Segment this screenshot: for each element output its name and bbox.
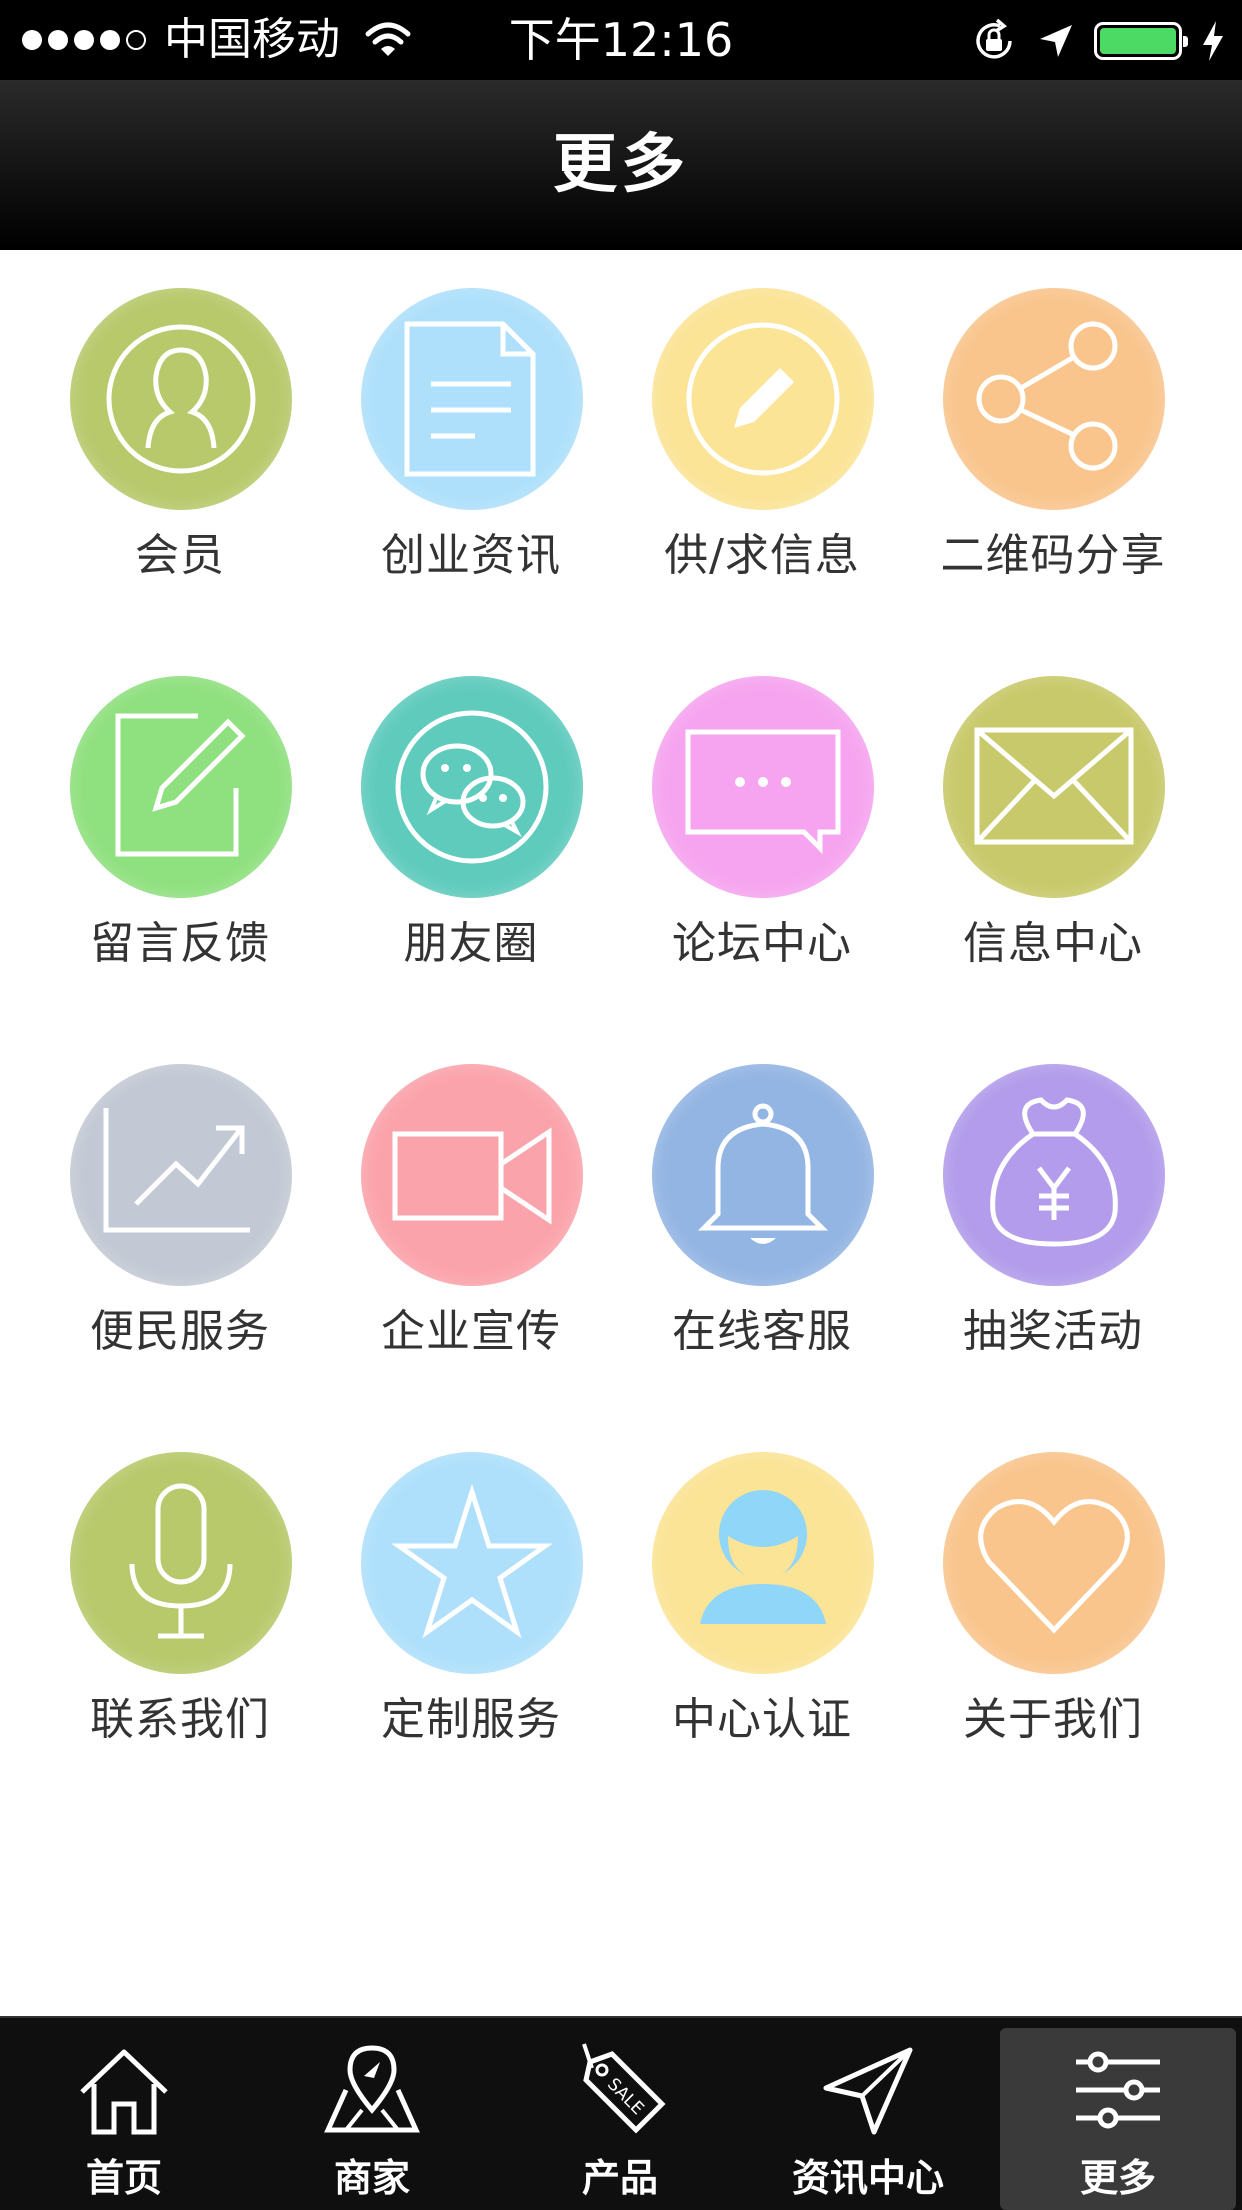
navigation-bar: 更多 — [0, 80, 1242, 250]
grid-item-label: 供/求信息 — [664, 530, 860, 581]
grid-item-circle — [361, 1452, 583, 1674]
grid-item-moments[interactable]: 朋友圈 — [321, 638, 621, 969]
grid-item-member[interactable]: 会员 — [30, 250, 330, 581]
star-icon — [391, 1483, 553, 1639]
grid-item-label: 留言反馈 — [90, 918, 270, 969]
grid-item-label: 论坛中心 — [672, 918, 852, 969]
grid-item-circle — [70, 288, 292, 510]
user-icon — [106, 324, 256, 474]
sale-tag-icon: SALE — [582, 2043, 666, 2134]
status-bar: 中国移动 下午12:16 — [0, 0, 1242, 80]
tab-label: 产品 — [581, 2156, 658, 2200]
grid-item-message-center[interactable]: 信息中心 — [903, 638, 1203, 969]
tab-more[interactable]: 更多 — [1000, 2028, 1236, 2210]
grid-item-online-support[interactable]: 在线客服 — [612, 1026, 912, 1357]
grid-item-qr-share[interactable]: 二维码分享 — [903, 250, 1203, 581]
grid-item-circle — [70, 1064, 292, 1286]
grid-item-about-us[interactable]: 关于我们 — [903, 1414, 1203, 1745]
grid-item-circle — [70, 676, 292, 898]
grid-item-circle — [361, 676, 583, 898]
grid-item-label: 信息中心 — [963, 918, 1143, 969]
grid-item-circle — [70, 1452, 292, 1674]
battery-icon — [1094, 22, 1188, 60]
envelope-icon — [974, 727, 1134, 845]
grid-item-label: 定制服务 — [381, 1694, 561, 1745]
money-bag-icon — [990, 1097, 1118, 1247]
sliders-icon — [1076, 2051, 1160, 2129]
person-icon — [700, 1490, 826, 1624]
bell-icon — [697, 1103, 829, 1244]
grid-item-feedback[interactable]: 留言反馈 — [30, 638, 330, 969]
grid-item-label: 二维码分享 — [940, 530, 1166, 581]
tab-bar: 首页 商家 SALE 产品 资讯中心 更多 — [0, 2016, 1242, 2210]
home-icon — [80, 2049, 168, 2135]
heart-icon — [978, 1499, 1130, 1634]
grid-item-circle — [943, 676, 1165, 898]
grid-item-custom-service[interactable]: 定制服务 — [321, 1414, 621, 1745]
grid-item-label: 企业宣传 — [381, 1306, 561, 1357]
grid-item-circle — [943, 1064, 1165, 1286]
share-icon — [976, 321, 1118, 471]
grid-item-circle — [652, 288, 874, 510]
grid-item-label: 创业资讯 — [381, 530, 561, 581]
grid-item-promotion[interactable]: 企业宣传 — [321, 1026, 621, 1357]
grid-item-label: 便民服务 — [90, 1306, 270, 1357]
tab-merchants[interactable]: 商家 — [248, 2018, 496, 2210]
grid-item-supply-demand[interactable]: 供/求信息 — [612, 250, 912, 581]
grid-item-certification[interactable]: 中心认证 — [612, 1414, 912, 1745]
charging-bolt-icon — [1203, 21, 1223, 61]
microphone-icon — [129, 1483, 233, 1639]
grid-item-label: 中心认证 — [672, 1694, 852, 1745]
grid-item-startup-news[interactable]: 创业资讯 — [321, 250, 621, 581]
grid-item-circle — [361, 288, 583, 510]
tab-label: 更多 — [1079, 2156, 1156, 2200]
battery-level — [1100, 28, 1176, 54]
grid-item-circle — [652, 1064, 874, 1286]
document-icon — [404, 321, 536, 477]
grid-item-label: 会员 — [135, 530, 225, 581]
grid-item-label: 在线客服 — [672, 1306, 852, 1357]
grid-item-label: 朋友圈 — [403, 918, 539, 969]
pencil-circle-icon — [686, 322, 840, 476]
edit-icon — [115, 713, 246, 857]
grid-item-lottery[interactable]: 抽奖活动 — [903, 1026, 1203, 1357]
grid-item-label: 联系我们 — [90, 1694, 270, 1745]
wechat-icon — [395, 710, 549, 864]
grid-item-circle — [943, 1452, 1165, 1674]
rotation-lock-icon — [976, 18, 1012, 59]
location-arrow-icon — [1040, 25, 1072, 57]
grid-item-circle — [943, 288, 1165, 510]
tab-products[interactable]: SALE 产品 — [496, 2018, 744, 2210]
grid-item-contact-us[interactable]: 联系我们 — [30, 1414, 330, 1745]
map-pin-icon — [324, 2045, 420, 2133]
grid-item-label: 抽奖活动 — [963, 1306, 1143, 1357]
chart-trend-icon — [103, 1108, 250, 1233]
tab-label: 首页 — [85, 2156, 162, 2200]
tab-label: 资讯中心 — [791, 2156, 944, 2200]
grid-item-circle — [652, 676, 874, 898]
page-title: 更多 — [553, 128, 689, 202]
grid-item-circle — [652, 1452, 874, 1674]
tab-news-center[interactable]: 资讯中心 — [744, 2018, 992, 2210]
paper-plane-icon — [823, 2047, 913, 2135]
grid-item-label: 关于我们 — [963, 1694, 1143, 1745]
grid-item-public-service[interactable]: 便民服务 — [30, 1026, 330, 1357]
chat-bubble-icon — [685, 729, 841, 855]
status-right — [970, 16, 1226, 66]
grid-item-forum[interactable]: 论坛中心 — [612, 638, 912, 969]
grid-item-circle — [361, 1064, 583, 1286]
tab-home[interactable]: 首页 — [0, 2018, 248, 2210]
video-camera-icon — [392, 1127, 552, 1225]
tab-label: 商家 — [333, 2156, 410, 2200]
